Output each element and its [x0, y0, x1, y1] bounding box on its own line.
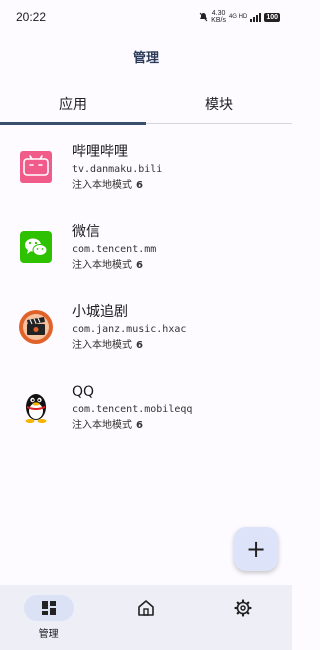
app-info: QQ com.tencent.mobileqq 注入本地模式 6: [72, 382, 192, 434]
app-package: tv.danmaku.bili: [72, 164, 163, 175]
app-mode: 注入本地模式 6: [72, 180, 143, 191]
nav-label: 管理: [38, 629, 59, 640]
dashboard-icon: [41, 601, 56, 615]
signal-icon: [250, 12, 262, 22]
tab-apps[interactable]: 应用: [0, 84, 146, 125]
app-bar: 管理: [0, 34, 292, 78]
app-info: 哔哩哔哩 tv.danmaku.bili 注入本地模式 6: [72, 142, 162, 194]
app-mode: 注入本地模式 6: [72, 420, 143, 431]
battery-icon: 100: [264, 12, 280, 22]
network-speed: 4.30 KB/s: [211, 10, 226, 24]
clapperboard-icon: [18, 309, 54, 345]
mute-icon: [199, 12, 208, 22]
app-info: 微信 com.tencent.mm 注入本地模式 6: [72, 222, 156, 274]
app-name: QQ: [72, 384, 95, 400]
add-button[interactable]: +: [234, 527, 278, 571]
app-name: 小城追剧: [72, 304, 128, 320]
nav-indicator: [23, 595, 74, 621]
app-mode: 注入本地模式 6: [72, 260, 143, 271]
app-package: com.janz.music.hxac: [72, 324, 187, 335]
list-item[interactable]: 哔哩哔哩 tv.danmaku.bili 注入本地模式 6: [0, 132, 292, 212]
wechat-icon: [18, 229, 54, 265]
status-bar: 20:22 4.30 KB/s 4G HD 100: [0, 0, 292, 34]
home-icon: [138, 600, 154, 616]
qq-penguin-icon: [18, 389, 54, 425]
nav-item-settings[interactable]: [195, 585, 292, 650]
gear-icon: [234, 599, 252, 617]
list-item[interactable]: 小城追剧 com.janz.music.hxac 注入本地模式 6: [0, 292, 292, 372]
tab-modules[interactable]: 模块: [146, 84, 292, 123]
page-title: 管理: [132, 50, 159, 66]
app-info: 小城追剧 com.janz.music.hxac 注入本地模式 6: [72, 302, 186, 354]
app-package: com.tencent.mobileqq: [72, 404, 193, 415]
app-name: 哔哩哔哩: [72, 144, 128, 160]
app-list: 哔哩哔哩 tv.danmaku.bili 注入本地模式 6 微信 com.tenc…: [0, 132, 292, 452]
status-icons: 4.30 KB/s 4G HD 100: [199, 10, 280, 24]
tab-bar: 应用 模块: [0, 84, 292, 125]
status-time: 20:22: [16, 10, 47, 24]
app-package: com.tencent.mm: [72, 244, 157, 255]
signal-label: 4G HD: [228, 14, 248, 20]
list-item[interactable]: 微信 com.tencent.mm 注入本地模式 6: [0, 212, 292, 292]
bottom-nav: 管理: [0, 585, 292, 650]
plus-icon: +: [245, 535, 267, 563]
nav-item-manage[interactable]: 管理: [0, 585, 97, 650]
nav-item-home[interactable]: [97, 585, 194, 650]
bilibili-icon: [18, 149, 54, 185]
app-name: 微信: [72, 224, 100, 240]
app-mode: 注入本地模式 6: [72, 340, 143, 351]
list-item[interactable]: QQ com.tencent.mobileqq 注入本地模式 6: [0, 372, 292, 452]
